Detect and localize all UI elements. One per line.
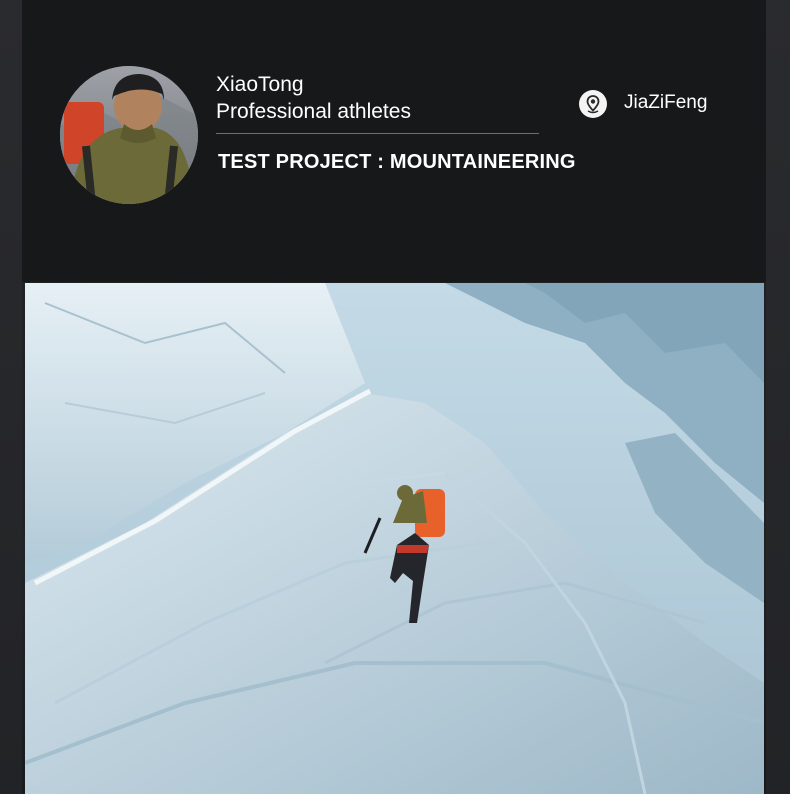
test-project-label: TEST PROJECT : MOUNTAINEERING	[218, 151, 576, 173]
athlete-role: Professional athletes	[216, 100, 411, 123]
divider-line	[216, 133, 539, 134]
athlete-avatar	[60, 66, 198, 204]
athlete-name: XiaoTong	[216, 73, 304, 96]
location-pin-icon	[579, 90, 607, 118]
left-border-band	[0, 0, 22, 794]
location-label: JiaZiFeng	[624, 92, 708, 113]
mountaineering-photo	[25, 283, 764, 794]
right-border-band	[766, 0, 790, 794]
